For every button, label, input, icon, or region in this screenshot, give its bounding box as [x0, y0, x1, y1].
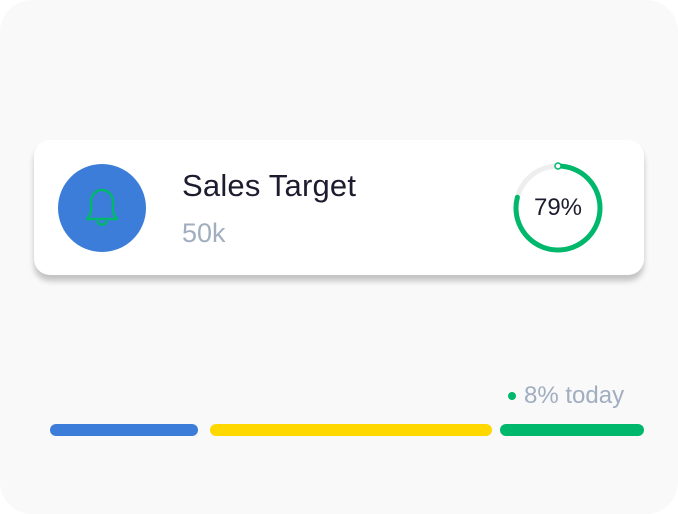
bell-icon-circle — [58, 164, 146, 252]
widget-frame: Sales Target 50k 79% 8% today — [0, 0, 678, 514]
card-title: Sales Target — [182, 168, 357, 203]
card-value: 50k — [182, 218, 226, 248]
segment-bar-green — [500, 424, 644, 436]
today-change: 8% today — [508, 382, 624, 410]
segment-bar-yellow — [210, 424, 492, 436]
sales-target-card[interactable]: Sales Target 50k 79% — [34, 140, 644, 275]
progress-percent: 79% — [533, 194, 583, 221]
segment-bar-blue — [50, 424, 198, 436]
status-dot — [508, 392, 516, 400]
bell-icon — [85, 188, 119, 226]
today-label: 8% today — [524, 382, 625, 409]
